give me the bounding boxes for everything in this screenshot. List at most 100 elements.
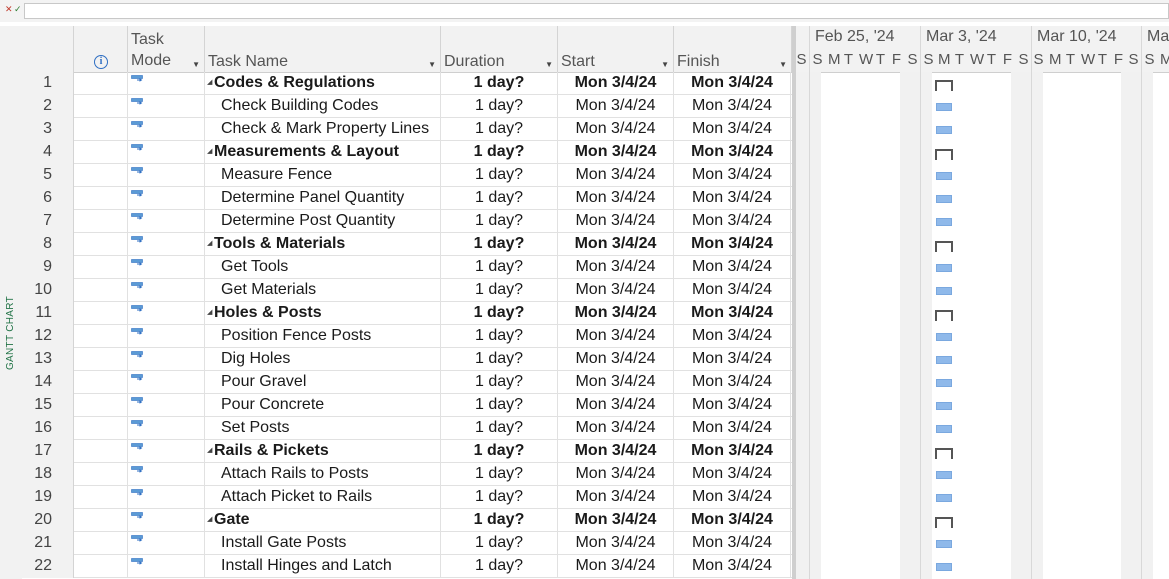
sort-arrow-icon[interactable]: ▼	[192, 60, 200, 69]
row-id[interactable]: 11	[22, 302, 74, 325]
task-row[interactable]: 3 Check & Mark Property Lines 1 day? Mon 3/…	[22, 118, 792, 141]
task-mode-cell[interactable]	[128, 279, 205, 302]
start-cell[interactable]: Mon 3/4/24	[558, 417, 674, 440]
accept-check-icon[interactable]: ✓	[14, 5, 22, 14]
task-bar[interactable]	[936, 425, 952, 433]
finish-cell[interactable]: Mon 3/4/24	[674, 532, 791, 555]
task-row[interactable]: 21 Install Gate Posts 1 day? Mon 3/4/24 Mon …	[22, 532, 792, 555]
task-row[interactable]: 1 ◢ Codes & Regulations 1 day? Mon 3/4/24 Mon…	[22, 72, 792, 95]
finish-cell[interactable]: Mon 3/4/24	[674, 256, 791, 279]
filter-arrow-icon[interactable]: ▼	[779, 60, 787, 69]
row-id[interactable]: 13	[22, 348, 74, 371]
task-row[interactable]: 8 ◢ Tools & Materials 1 day? Mon 3/4/24 Mon 3…	[22, 233, 792, 256]
task-mode-cell[interactable]	[128, 256, 205, 279]
task-row[interactable]: 5 Measure Fence 1 day? Mon 3/4/24 Mon 3/4/24	[22, 164, 792, 187]
indicator-cell[interactable]	[74, 187, 128, 210]
task-bar[interactable]	[936, 540, 952, 548]
task-bar[interactable]	[936, 402, 952, 410]
indicator-cell[interactable]	[74, 555, 128, 578]
task-name-cell[interactable]: Attach Picket to Rails	[205, 486, 441, 509]
start-cell[interactable]: Mon 3/4/24	[558, 279, 674, 302]
task-name-cell[interactable]: ◢ Holes & Posts	[205, 302, 441, 325]
task-row[interactable]: 19 Attach Picket to Rails 1 day? Mon 3/4/24…	[22, 486, 792, 509]
task-row[interactable]: 22 Install Hinges and Latch 1 day? Mon 3/4/…	[22, 555, 792, 578]
duration-cell[interactable]: 1 day?	[441, 440, 558, 463]
task-row[interactable]: 2 Check Building Codes 1 day? Mon 3/4/24 Mon…	[22, 95, 792, 118]
row-id[interactable]: 10	[22, 279, 74, 302]
task-mode-cell[interactable]	[128, 233, 205, 256]
row-id[interactable]: 15	[22, 394, 74, 417]
row-id[interactable]: 4	[22, 141, 74, 164]
duration-cell[interactable]: 1 day?	[441, 555, 558, 578]
duration-cell[interactable]: 1 day?	[441, 348, 558, 371]
task-mode-cell[interactable]	[128, 394, 205, 417]
task-name-cell[interactable]: Dig Holes	[205, 348, 441, 371]
finish-cell[interactable]: Mon 3/4/24	[674, 417, 791, 440]
task-name-cell[interactable]: Determine Post Quantity	[205, 210, 441, 233]
finish-cell[interactable]: Mon 3/4/24	[674, 95, 791, 118]
duration-cell[interactable]: 1 day?	[441, 417, 558, 440]
start-cell[interactable]: Mon 3/4/24	[558, 371, 674, 394]
indicator-cell[interactable]	[74, 348, 128, 371]
collapse-triangle-icon[interactable]: ◢	[207, 302, 214, 324]
start-cell[interactable]: Mon 3/4/24	[558, 440, 674, 463]
duration-cell[interactable]: 1 day?	[441, 532, 558, 555]
task-row[interactable]: 18 Attach Rails to Posts 1 day? Mon 3/4/24 M…	[22, 463, 792, 486]
collapse-triangle-icon[interactable]: ◢	[207, 440, 214, 462]
duration-cell[interactable]: 1 day?	[441, 371, 558, 394]
task-mode-cell[interactable]	[128, 532, 205, 555]
duration-cell[interactable]: 1 day?	[441, 486, 558, 509]
task-bar[interactable]	[936, 333, 952, 341]
duration-cell[interactable]: 1 day?	[441, 279, 558, 302]
row-id[interactable]: 5	[22, 164, 74, 187]
duration-cell[interactable]: 1 day?	[441, 95, 558, 118]
finish-cell[interactable]: Mon 3/4/24	[674, 555, 791, 578]
start-cell[interactable]: Mon 3/4/24	[558, 256, 674, 279]
task-row[interactable]: 11 ◢ Holes & Posts 1 day? Mon 3/4/24 Mon 3/4/…	[22, 302, 792, 325]
finish-cell[interactable]: Mon 3/4/24	[674, 210, 791, 233]
start-cell[interactable]: Mon 3/4/24	[558, 325, 674, 348]
task-name-cell[interactable]: Check & Mark Property Lines	[205, 118, 441, 141]
column-indicators[interactable]: i	[74, 26, 128, 72]
indicator-cell[interactable]	[74, 486, 128, 509]
task-row[interactable]: 10 Get Materials 1 day? Mon 3/4/24 Mon 3/4/2…	[22, 279, 792, 302]
task-mode-cell[interactable]	[128, 187, 205, 210]
task-row[interactable]: 16 Set Posts 1 day? Mon 3/4/24 Mon 3/4/24	[22, 417, 792, 440]
column-task-mode[interactable]: Task Mode ▼	[128, 26, 205, 72]
task-mode-cell[interactable]	[128, 371, 205, 394]
indicator-cell[interactable]	[74, 463, 128, 486]
task-mode-cell[interactable]	[128, 141, 205, 164]
start-cell[interactable]: Mon 3/4/24	[558, 72, 674, 95]
task-mode-cell[interactable]	[128, 440, 205, 463]
column-task-name[interactable]: Task Name ▼	[205, 26, 441, 72]
indicator-cell[interactable]	[74, 394, 128, 417]
duration-cell[interactable]: 1 day?	[441, 210, 558, 233]
task-mode-cell[interactable]	[128, 555, 205, 578]
task-mode-cell[interactable]	[128, 302, 205, 325]
task-name-cell[interactable]: Determine Panel Quantity	[205, 187, 441, 210]
task-mode-cell[interactable]	[128, 463, 205, 486]
task-name-cell[interactable]: Pour Concrete	[205, 394, 441, 417]
indicator-cell[interactable]	[74, 256, 128, 279]
start-cell[interactable]: Mon 3/4/24	[558, 164, 674, 187]
start-cell[interactable]: Mon 3/4/24	[558, 118, 674, 141]
indicator-cell[interactable]	[74, 532, 128, 555]
finish-cell[interactable]: Mon 3/4/24	[674, 164, 791, 187]
task-mode-cell[interactable]	[128, 72, 205, 95]
task-name-cell[interactable]: ◢ Tools & Materials	[205, 233, 441, 256]
task-row[interactable]: 15 Pour Concrete 1 day? Mon 3/4/24 Mon 3/4/2…	[22, 394, 792, 417]
finish-cell[interactable]: Mon 3/4/24	[674, 233, 791, 256]
task-mode-cell[interactable]	[128, 417, 205, 440]
finish-cell[interactable]: Mon 3/4/24	[674, 394, 791, 417]
duration-cell[interactable]: 1 day?	[441, 463, 558, 486]
task-name-cell[interactable]: Install Gate Posts	[205, 532, 441, 555]
task-row[interactable]: 20 ◢ Gate 1 day? Mon 3/4/24 Mon 3/4/24	[22, 509, 792, 532]
duration-cell[interactable]: 1 day?	[441, 72, 558, 95]
start-cell[interactable]: Mon 3/4/24	[558, 95, 674, 118]
task-row[interactable]: 9 Get Tools 1 day? Mon 3/4/24 Mon 3/4/24	[22, 256, 792, 279]
start-cell[interactable]: Mon 3/4/24	[558, 486, 674, 509]
task-name-cell[interactable]: ◢ Rails & Pickets	[205, 440, 441, 463]
duration-cell[interactable]: 1 day?	[441, 187, 558, 210]
task-name-cell[interactable]: Measure Fence	[205, 164, 441, 187]
view-bar[interactable]: GANTT CHART	[0, 26, 22, 579]
